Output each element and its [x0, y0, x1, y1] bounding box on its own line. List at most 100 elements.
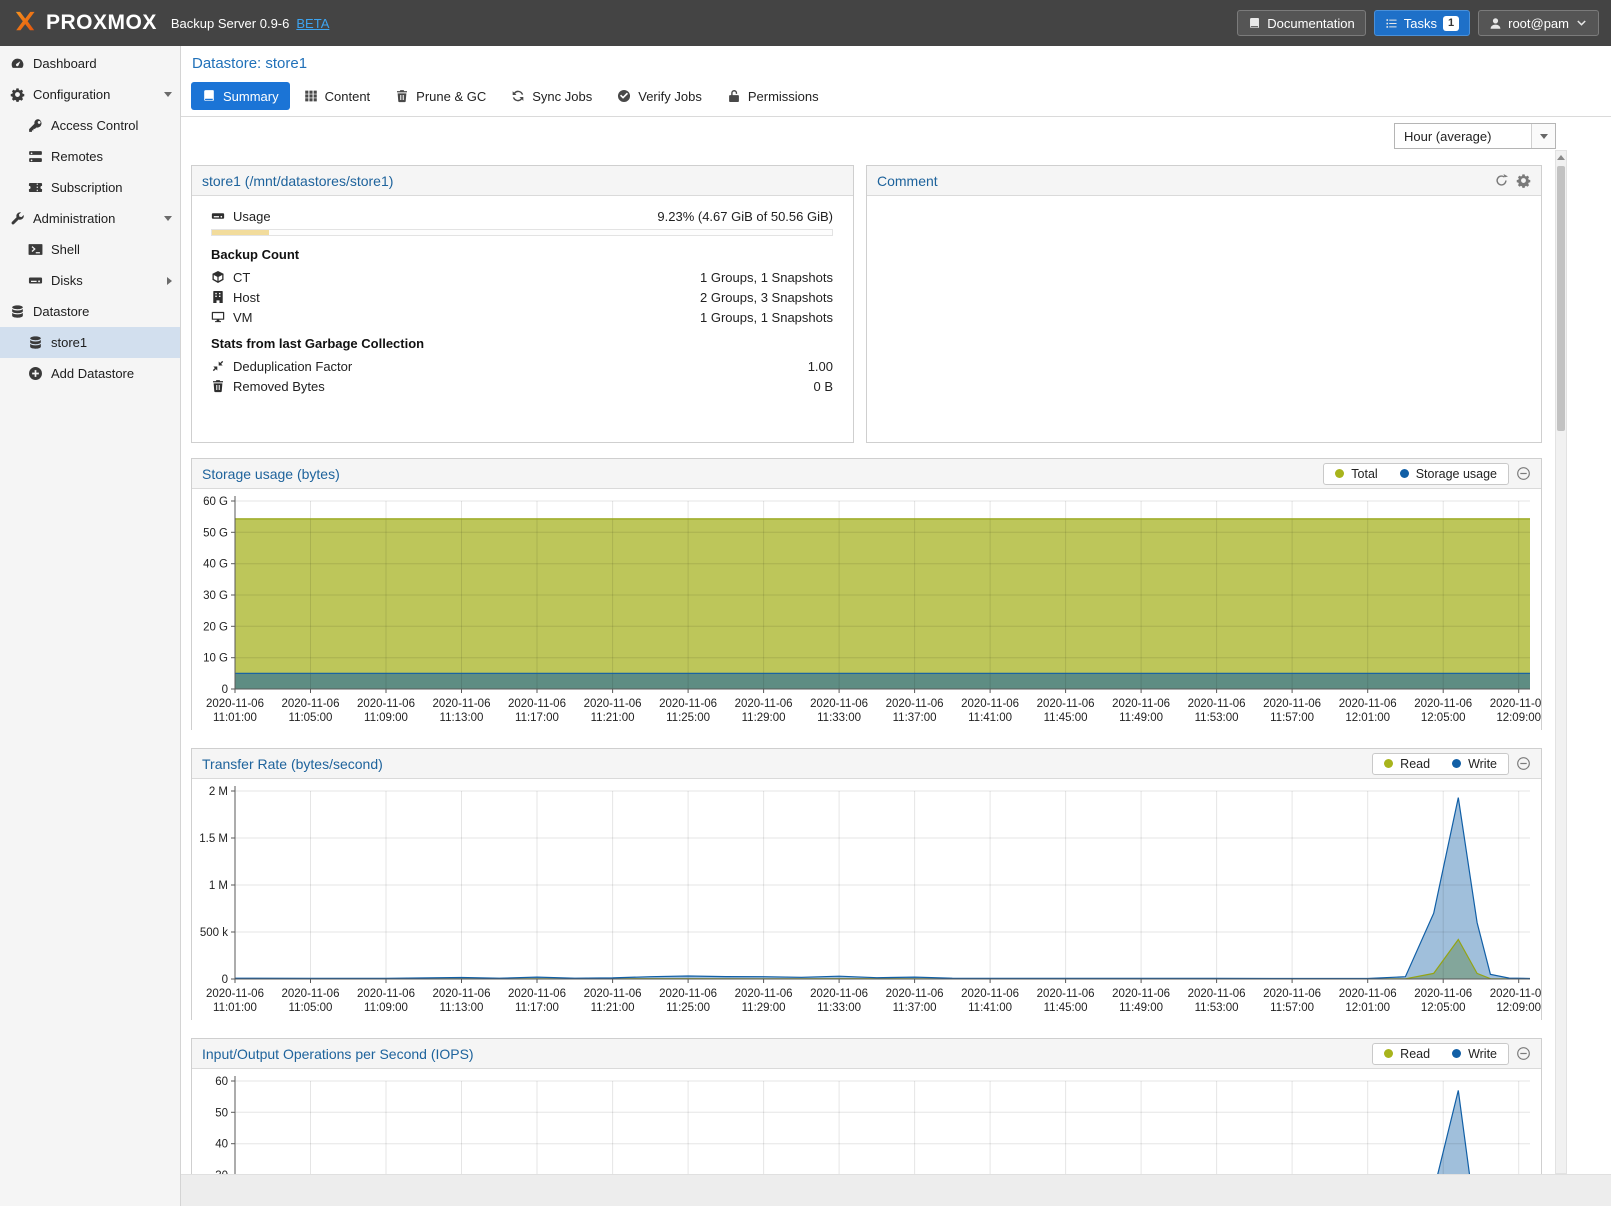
legend-item-write[interactable]: Write: [1441, 1047, 1508, 1061]
svg-text:2020-11-06: 2020-11-06: [659, 988, 717, 1000]
sidebar-item-label: Administration: [33, 211, 115, 226]
tasks-button[interactable]: Tasks 1: [1374, 10, 1470, 36]
storage-usage-chart-header: Storage usage (bytes) Total Storage usage: [192, 459, 1541, 489]
legend-item-write[interactable]: Write: [1441, 757, 1508, 771]
product-version: Backup Server 0.9-6: [171, 16, 290, 31]
legend-label: Total: [1351, 467, 1377, 481]
transfer-rate-chart-header: Transfer Rate (bytes/second) ReadWrite: [192, 749, 1541, 779]
legend-item-read[interactable]: Read: [1373, 757, 1441, 771]
svg-text:11:37:00: 11:37:00: [893, 1002, 937, 1014]
collapse-arrow-icon[interactable]: [164, 216, 172, 221]
transfer-rate-chart: 0500 k1 M1.5 M2 M2020-11-0611:01:002020-…: [192, 779, 1541, 1020]
svg-text:11:21:00: 11:21:00: [591, 1002, 635, 1014]
chevron-down-icon[interactable]: [1531, 124, 1555, 148]
main-content: Datastore: store1 SummaryContentPrune & …: [181, 46, 1611, 1206]
legend-item-storage-usage[interactable]: Storage usage: [1389, 467, 1508, 481]
sidebar: Dashboard Configuration Access Control Remo…: [0, 46, 181, 1206]
row-value: 1.00: [808, 359, 833, 374]
sidebar-item-administration[interactable]: Administration: [0, 203, 180, 234]
gear-icon[interactable]: [1516, 173, 1531, 188]
sidebar-item-configuration[interactable]: Configuration: [0, 79, 180, 110]
storage-usage-chart-panel: Storage usage (bytes) TotalStorage usage…: [191, 458, 1542, 730]
svg-text:2020-11-06: 2020-11-06: [1188, 698, 1246, 710]
svg-text:2020-11-06: 2020-11-06: [1037, 698, 1095, 710]
user-menu-button[interactable]: root@pam: [1478, 10, 1599, 36]
tab-permissions[interactable]: Permissions: [716, 82, 830, 110]
usage-row: Usage 9.23% (4.67 GiB of 50.56 GiB): [211, 206, 833, 226]
datastore-summary-panel: store1 (/mnt/datastores/store1) Usage 9.…: [191, 165, 854, 443]
legend-item-total[interactable]: Total: [1324, 467, 1388, 481]
comment-panel-body[interactable]: [867, 196, 1541, 216]
collapse-panel-icon[interactable]: [1516, 466, 1531, 481]
top-bar: PROXMOX Backup Server 0.9-6 BETA Documen…: [0, 0, 1611, 46]
collapse-panel-icon[interactable]: [1516, 756, 1531, 771]
building-icon: [211, 290, 225, 304]
svg-text:2020-11-06: 2020-11-06: [886, 698, 944, 710]
check-circle-icon: [617, 89, 631, 103]
reload-icon[interactable]: [1494, 173, 1509, 188]
svg-text:60 G: 60 G: [203, 496, 228, 508]
row-value: 1 Groups, 1 Snapshots: [700, 310, 833, 325]
svg-text:2020-11-06: 2020-11-06: [357, 988, 415, 1000]
sidebar-item-access-control[interactable]: Access Control: [0, 110, 180, 141]
sidebar-item-label: Access Control: [51, 118, 138, 133]
summary-panel-body: Usage 9.23% (4.67 GiB of 50.56 GiB) Back…: [192, 196, 853, 406]
sidebar-item-label: Subscription: [51, 180, 123, 195]
svg-text:2020-11-06: 2020-11-06: [1414, 698, 1472, 710]
sidebar-item-datastore[interactable]: Datastore: [0, 296, 180, 327]
summary-row-deduplication-factor: Deduplication Factor1.00: [211, 356, 833, 376]
iops-chart-body: 01020304050602020-11-0611:01:002020-11-0…: [192, 1069, 1541, 1174]
comment-panel-header: Comment: [867, 166, 1541, 196]
sidebar-item-dashboard[interactable]: Dashboard: [0, 48, 180, 79]
terminal-icon: [28, 242, 43, 257]
sidebar-item-label: Remotes: [51, 149, 103, 164]
iops-chart-panel: Input/Output Operations per Second (IOPS…: [191, 1038, 1542, 1174]
brand-name: PROXMOX: [46, 11, 157, 35]
ticket-icon: [28, 180, 43, 195]
tab-sync-jobs[interactable]: Sync Jobs: [500, 82, 603, 110]
row-label: Host: [233, 290, 260, 305]
legend-dot: [1335, 469, 1344, 478]
sidebar-item-disks[interactable]: Disks: [0, 265, 180, 296]
tab-verify-jobs[interactable]: Verify Jobs: [606, 82, 713, 110]
svg-text:2020-11-06: 2020-11-06: [282, 988, 340, 1000]
svg-text:11:25:00: 11:25:00: [666, 712, 710, 724]
collapse-arrow-icon[interactable]: [164, 92, 172, 97]
vertical-scrollbar[interactable]: [1555, 150, 1567, 1174]
panel-title: Storage usage (bytes): [202, 466, 340, 482]
row-value: 0 B: [813, 379, 833, 394]
tab-summary[interactable]: Summary: [191, 82, 290, 110]
beta-link[interactable]: BETA: [296, 16, 329, 31]
collapse-panel-icon[interactable]: [1516, 1046, 1531, 1061]
gears-icon: [10, 87, 25, 102]
scrollbar-thumb[interactable]: [1557, 166, 1565, 431]
svg-text:0: 0: [222, 684, 228, 696]
scroll-up-arrow-icon[interactable]: [1556, 151, 1566, 164]
tab-content[interactable]: Content: [293, 82, 382, 110]
user-icon: [1489, 17, 1502, 30]
legend-label: Read: [1400, 757, 1430, 771]
expand-arrow-icon[interactable]: [167, 277, 172, 285]
sidebar-item-add-datastore[interactable]: Add Datastore: [0, 358, 180, 389]
tasks-label: Tasks: [1404, 16, 1437, 31]
timeframe-select[interactable]: Hour (average): [1394, 123, 1556, 149]
sidebar-item-subscription[interactable]: Subscription: [0, 172, 180, 203]
legend-item-read[interactable]: Read: [1373, 1047, 1441, 1061]
legend-dot: [1400, 469, 1409, 478]
svg-text:11:29:00: 11:29:00: [742, 1002, 786, 1014]
svg-text:1.5 M: 1.5 M: [199, 833, 228, 845]
svg-text:2020-11-06: 2020-11-06: [1263, 698, 1321, 710]
documentation-button[interactable]: Documentation: [1237, 10, 1365, 36]
svg-text:2020-11-06: 2020-11-06: [282, 698, 340, 710]
legend-label: Write: [1468, 1047, 1497, 1061]
tab-prune-gc[interactable]: Prune & GC: [384, 82, 497, 110]
svg-text:11:13:00: 11:13:00: [440, 1002, 484, 1014]
sidebar-item-remotes[interactable]: Remotes: [0, 141, 180, 172]
content-bottom-gutter: [181, 1174, 1611, 1206]
sidebar-item-shell[interactable]: Shell: [0, 234, 180, 265]
svg-text:11:53:00: 11:53:00: [1195, 712, 1239, 724]
row-value: 2 Groups, 3 Snapshots: [700, 290, 833, 305]
sidebar-item-store1[interactable]: store1: [0, 327, 180, 358]
sidebar-item-label: Configuration: [33, 87, 110, 102]
svg-text:2020-11-06: 2020-11-06: [1339, 698, 1397, 710]
